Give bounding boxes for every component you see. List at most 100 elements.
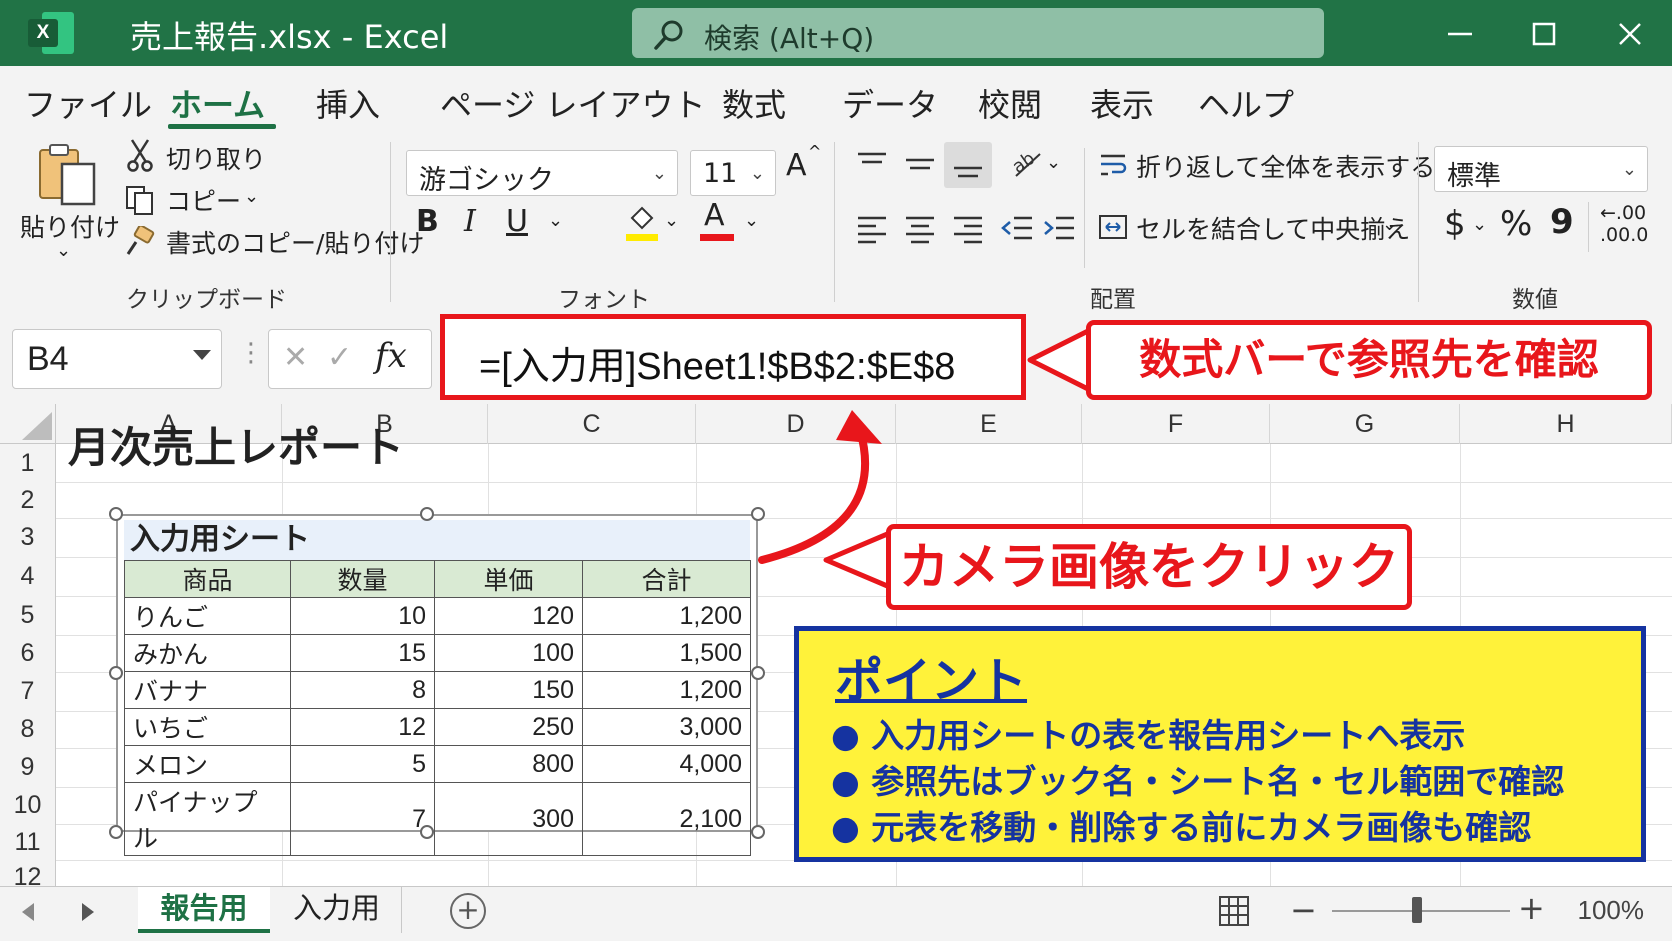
cut-button[interactable]: 切り取り <box>166 140 266 176</box>
resize-handle-bottom-left[interactable] <box>109 825 123 839</box>
number-format-select[interactable]: 標準 ⌄ <box>1434 146 1648 192</box>
row-header-12[interactable]: 12 <box>0 860 56 886</box>
paste-dropdown-chevron-icon[interactable]: ⌄ <box>56 240 71 261</box>
scroll-right-icon[interactable] <box>78 901 98 923</box>
align-middle-icon[interactable] <box>902 150 938 180</box>
table-header-total: 合計 <box>582 560 751 598</box>
row-header-1[interactable]: 1 <box>0 444 56 482</box>
align-left-icon[interactable] <box>854 214 890 244</box>
bold-button[interactable]: B <box>416 204 439 239</box>
align-top-icon[interactable] <box>854 150 890 180</box>
comma-style-button[interactable]: 9 <box>1550 202 1574 242</box>
tab-home[interactable]: ホーム <box>170 80 265 126</box>
percent-button[interactable]: % <box>1500 204 1532 244</box>
resize-handle-bottom-right[interactable] <box>751 825 765 839</box>
tab-help[interactable]: ヘルプ <box>1198 80 1294 126</box>
minimize-button[interactable] <box>1440 14 1480 54</box>
camera-picture[interactable]: 入力用シート 商品 数量 単価 合計 りんご 10 120 1,200 みかん 15 10… <box>116 514 758 856</box>
sheet-tab-input[interactable]: 入力用 <box>272 887 402 933</box>
active-tab-indicator <box>168 124 276 129</box>
underline-button[interactable]: U <box>506 204 528 239</box>
formula-input[interactable]: =[入力用]Sheet1!$B$2:$E$8 <box>440 314 1026 400</box>
tab-file[interactable]: ファイル <box>24 80 152 126</box>
row-header-7[interactable]: 7 <box>0 672 56 711</box>
resize-handle-top[interactable] <box>420 507 434 521</box>
currency-chevron-icon[interactable]: ⌄ <box>1472 214 1487 235</box>
sheet-tab-report[interactable]: 報告用 <box>138 887 270 933</box>
increase-decimal-button[interactable]: ←.00 <box>1600 202 1646 224</box>
orientation-icon[interactable]: ab <box>1010 146 1044 180</box>
cancel-button[interactable]: ✕ <box>283 340 308 375</box>
close-button[interactable] <box>1610 14 1650 54</box>
row-header-5[interactable]: 5 <box>0 596 56 635</box>
name-box[interactable]: B4 <box>12 329 222 389</box>
font-color-button[interactable]: A <box>704 198 725 233</box>
tab-view[interactable]: 表示 <box>1090 80 1154 126</box>
orientation-chevron-icon[interactable]: ⌄ <box>1046 152 1061 173</box>
copy-icon <box>126 186 153 215</box>
search-box[interactable]: 検索 (Alt+Q) <box>632 8 1324 58</box>
zoom-out-button[interactable]: − <box>1290 891 1317 929</box>
insert-function-button[interactable]: fx <box>375 336 407 376</box>
group-divider <box>834 142 835 302</box>
column-header-e[interactable]: E <box>896 404 1082 444</box>
merge-center-chevron-icon[interactable]: ⌄ <box>1382 214 1397 235</box>
resize-handle-top-left[interactable] <box>109 507 123 521</box>
worksheet-grid[interactable]: A B C D E F G H 1 2 3 4 5 6 7 8 9 10 11 … <box>0 404 1672 886</box>
fill-color-icon[interactable] <box>624 202 660 242</box>
scroll-left-icon[interactable] <box>18 901 38 923</box>
align-right-icon[interactable] <box>950 214 986 244</box>
zoom-in-button[interactable]: + <box>1518 889 1545 927</box>
enter-button[interactable]: ✓ <box>327 340 352 375</box>
row-header-4[interactable]: 4 <box>0 557 56 596</box>
resize-handle-bottom[interactable] <box>420 825 434 839</box>
column-header-h[interactable]: H <box>1460 404 1672 444</box>
row-header-9[interactable]: 9 <box>0 748 56 787</box>
align-bottom-button[interactable] <box>944 142 992 188</box>
tab-formulas[interactable]: 数式 <box>722 80 786 126</box>
format-painter-button[interactable]: 書式のコピー/貼り付け <box>166 224 424 260</box>
merge-center-button[interactable]: セルを結合して中央揃え <box>1136 210 1410 246</box>
wrap-text-button[interactable]: 折り返して全体を表示する <box>1136 148 1435 184</box>
copy-button[interactable]: コピー <box>166 182 241 218</box>
zoom-level[interactable]: 100% <box>1578 895 1645 926</box>
row-header-6[interactable]: 6 <box>0 635 56 672</box>
italic-button[interactable]: I <box>464 204 476 239</box>
font-size-select[interactable]: 11 ⌄ <box>690 150 776 196</box>
table-row: いちご 12 250 3,000 <box>124 708 751 746</box>
column-header-g[interactable]: G <box>1270 404 1460 444</box>
tab-review[interactable]: 校閲 <box>978 80 1042 126</box>
fill-color-chevron-icon[interactable]: ⌄ <box>664 210 679 231</box>
number-group-label: 数値 <box>1512 287 1558 313</box>
tab-page-layout[interactable]: ページ レイアウト <box>440 80 706 126</box>
font-name-select[interactable]: 游ゴシック ⌄ <box>406 150 678 196</box>
row-header-8[interactable]: 8 <box>0 711 56 748</box>
maximize-button[interactable] <box>1524 14 1564 54</box>
column-header-c[interactable]: C <box>488 404 696 444</box>
column-header-d[interactable]: D <box>696 404 896 444</box>
tab-insert[interactable]: 挿入 <box>316 80 380 126</box>
resize-handle-left[interactable] <box>109 666 123 680</box>
row-header-11[interactable]: 11 <box>0 824 56 860</box>
underline-dropdown-chevron-icon[interactable]: ⌄ <box>548 210 563 231</box>
row-header-10[interactable]: 10 <box>0 787 56 824</box>
column-header-f[interactable]: F <box>1082 404 1270 444</box>
row-header-2[interactable]: 2 <box>0 482 56 518</box>
decrease-indent-icon[interactable] <box>1000 214 1034 244</box>
zoom-slider-thumb[interactable] <box>1412 897 1422 923</box>
grow-font-button[interactable]: A <box>786 148 807 183</box>
report-title-cell[interactable]: 月次売上レポート <box>68 414 404 475</box>
resize-handle-top-right[interactable] <box>751 507 765 521</box>
add-sheet-button[interactable]: + <box>450 893 486 929</box>
align-center-icon[interactable] <box>902 214 938 244</box>
copy-dropdown-chevron-icon[interactable]: ⌄ <box>244 186 259 207</box>
row-header-3[interactable]: 3 <box>0 518 56 557</box>
tab-data[interactable]: データ <box>842 80 938 126</box>
font-color-chevron-icon[interactable]: ⌄ <box>744 210 759 231</box>
increase-indent-icon[interactable] <box>1042 214 1076 244</box>
formula-bar-callout: 数式バーで参照先を確認 <box>1086 320 1652 400</box>
select-all-button[interactable] <box>0 404 56 444</box>
currency-button[interactable]: $ <box>1444 204 1466 244</box>
normal-view-icon[interactable] <box>1218 895 1250 927</box>
resize-handle-right[interactable] <box>751 666 765 680</box>
